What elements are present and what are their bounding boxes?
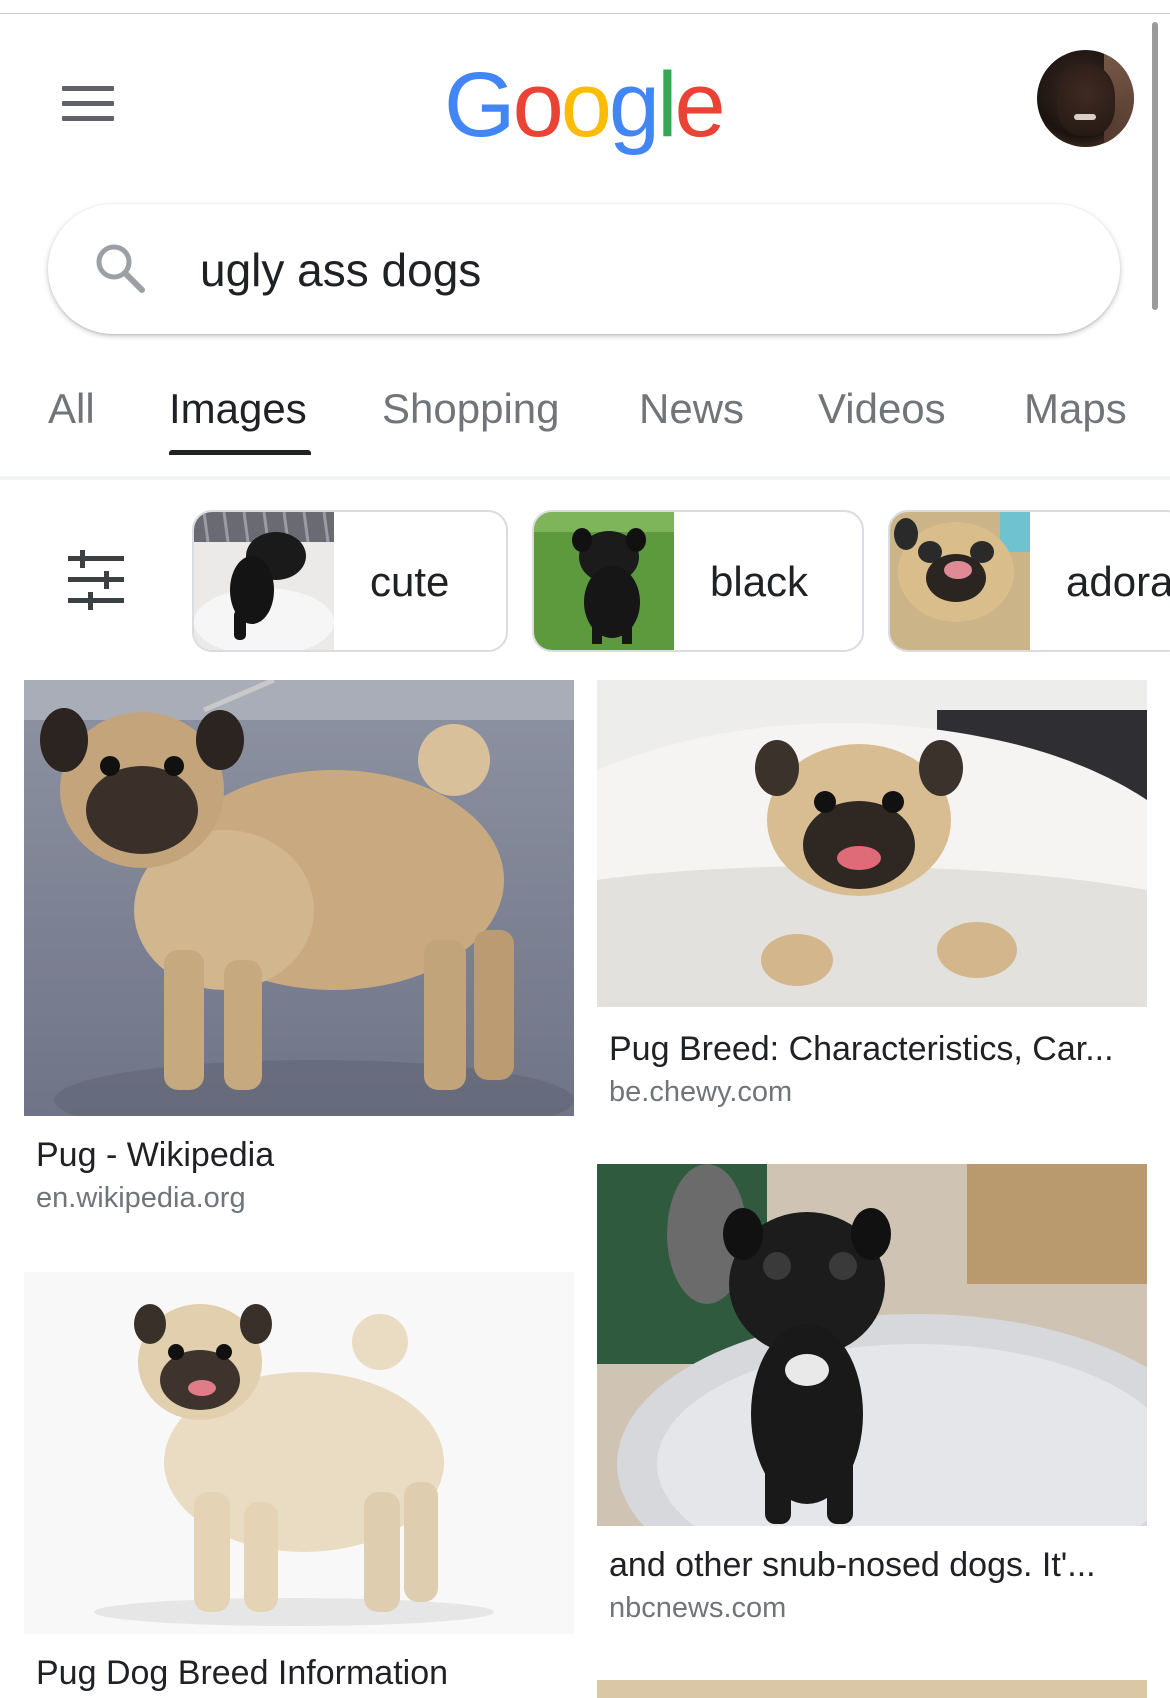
page-scrollbar[interactable] [1152,22,1158,310]
tab-images[interactable]: Images [169,385,307,433]
top-divider [0,13,1170,14]
result-domain: en.wikipedia.org [36,1182,246,1214]
result-title: Pug Dog Breed Information [36,1654,449,1692]
image-result[interactable]: Pug Breed: Characteristics, Car... be.ch… [597,680,1147,1120]
result-domain: be.chewy.com [609,1076,793,1108]
menu-line [62,116,114,121]
result-image-black-pug-bed [597,1164,1147,1526]
chip-cute-thumbnail [194,512,334,650]
logo-letter: G [444,54,516,156]
tune-icon[interactable] [64,548,128,612]
hamburger-menu-icon[interactable] [58,82,118,126]
chip-black-thumbnail [534,512,674,650]
chip-label: adora [1066,558,1170,605]
result-title: and other snub-nosed dogs. It'... [609,1546,1096,1584]
tab-maps[interactable]: Maps [1024,385,1127,433]
tab-all[interactable]: All [48,385,95,433]
logo-letter: e [674,54,726,156]
result-image-pug-white-bg [24,1272,574,1634]
chip-black[interactable]: black [532,510,864,652]
logo-letter: l [657,54,678,156]
chip-adorable-thumbnail [890,512,1030,650]
result-domain: nbcnews.com [609,1592,787,1624]
account-avatar[interactable] [1037,50,1134,147]
image-result[interactable]: Pug Dog Breed Information [24,1272,574,1698]
logo-letter: o [560,54,612,156]
result-title: Pug Breed: Characteristics, Car... [609,1030,1114,1068]
logo-letter: o [512,54,564,156]
tab-videos[interactable]: Videos [818,385,946,433]
tab-shopping[interactable]: Shopping [382,385,560,433]
menu-line [62,86,114,91]
chip-adorable[interactable]: adora [888,510,1170,652]
search-tabs: All Images Shopping News Videos Maps [0,370,1170,480]
search-input[interactable] [200,236,1020,304]
chip-cute[interactable]: cute [192,510,508,652]
result-image-pug-blanket [597,680,1147,1007]
menu-line [62,101,114,106]
search-icon[interactable] [92,240,148,296]
logo-letter: g [608,54,660,156]
google-logo-text: Google [444,50,734,160]
image-result[interactable] [597,1680,1147,1698]
google-logo[interactable]: Google [444,50,734,160]
result-image-pug-standing [24,680,574,1116]
image-result[interactable]: Pug - Wikipedia en.wikipedia.org [24,680,574,1220]
image-result[interactable]: and other snub-nosed dogs. It'... nbcnew… [597,1164,1147,1634]
chip-label: black [710,558,809,605]
active-tab-indicator [169,450,311,455]
tab-news[interactable]: News [639,385,744,433]
chip-label: cute [370,558,450,605]
result-title: Pug - Wikipedia [36,1136,275,1174]
tabs-divider [0,476,1170,480]
